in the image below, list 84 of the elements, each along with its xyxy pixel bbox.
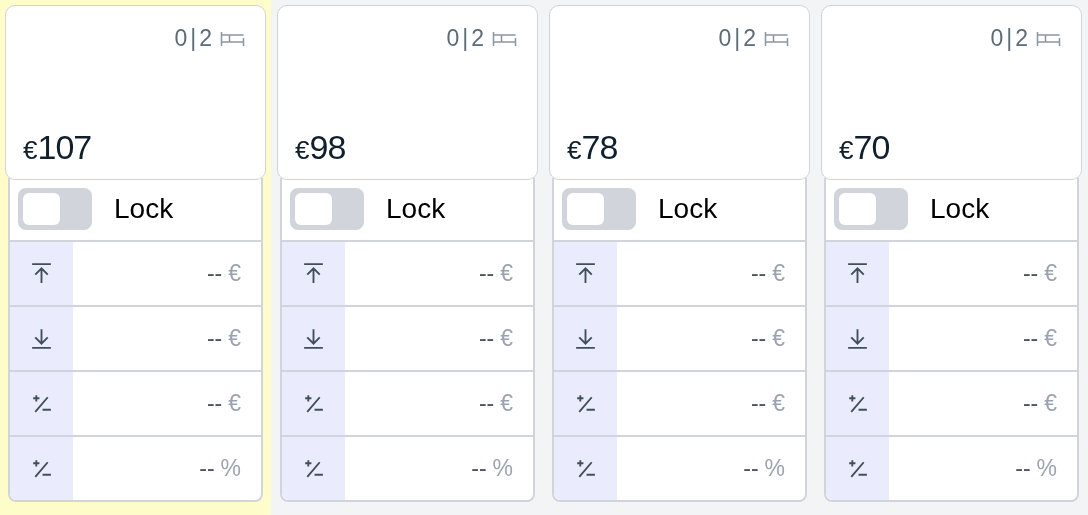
value-field[interactable]: -- % — [73, 437, 261, 500]
lock-label: Lock — [930, 193, 990, 225]
unit-text: € — [500, 260, 513, 287]
bed-count: 0|2 — [990, 25, 1031, 52]
currency-symbol: € — [295, 135, 310, 166]
currency-symbol: € — [23, 135, 38, 166]
value-field[interactable]: -- € — [345, 242, 533, 305]
value-field[interactable]: -- € — [889, 242, 1077, 305]
price-card[interactable]: 0|2 €70 — [821, 5, 1082, 180]
unit-text: % — [220, 455, 241, 482]
value-text: -- — [743, 455, 759, 482]
unit-text: € — [1044, 325, 1057, 352]
bed-icon — [220, 30, 245, 47]
bed-count: 0|2 — [174, 25, 215, 52]
value-text: -- — [206, 390, 223, 417]
unit-text: € — [500, 325, 513, 352]
value-field[interactable]: -- % — [617, 437, 805, 500]
currency-symbol: € — [839, 135, 854, 166]
lock-label: Lock — [386, 193, 446, 225]
value-text: -- — [1022, 260, 1039, 287]
price-value: 70 — [853, 128, 890, 167]
unit-text: % — [1036, 455, 1057, 482]
value-text: -- — [1015, 455, 1031, 482]
unit-text: % — [492, 455, 513, 482]
price-card[interactable]: 0|2 €107 — [5, 5, 266, 180]
value-field[interactable]: -- € — [73, 307, 261, 370]
value-text: -- — [750, 325, 767, 352]
value-field[interactable]: -- € — [617, 307, 805, 370]
value-text: -- — [471, 455, 487, 482]
unit-text: € — [772, 260, 785, 287]
arrow-down-to-line-icon — [845, 326, 870, 351]
lock-label: Lock — [114, 193, 174, 225]
value-field[interactable]: -- € — [73, 372, 261, 435]
value-text: -- — [750, 260, 767, 287]
arrow-up-to-line-icon — [29, 261, 54, 286]
value-field[interactable]: -- € — [345, 307, 533, 370]
arrow-up-to-line-icon — [301, 261, 326, 286]
price-value: 78 — [581, 128, 618, 167]
value-field[interactable]: -- % — [345, 437, 533, 500]
value-text: -- — [750, 390, 767, 417]
lock-toggle[interactable] — [834, 188, 908, 230]
unit-text: € — [772, 325, 785, 352]
arrow-up-to-line-icon — [573, 261, 598, 286]
lock-label: Lock — [658, 193, 718, 225]
value-field[interactable]: -- € — [617, 372, 805, 435]
arrow-down-to-line-icon — [29, 326, 54, 351]
value-text: -- — [478, 390, 495, 417]
value-field[interactable]: -- € — [73, 242, 261, 305]
unit-text: € — [1044, 260, 1057, 287]
lock-toggle[interactable] — [290, 188, 364, 230]
price-value: 98 — [309, 128, 346, 167]
price-card[interactable]: 0|2 €78 — [549, 5, 810, 180]
value-field[interactable]: -- € — [889, 307, 1077, 370]
currency-symbol: € — [567, 135, 582, 166]
arrow-down-to-line-icon — [301, 326, 326, 351]
lock-toggle[interactable] — [18, 188, 92, 230]
value-text: -- — [199, 455, 215, 482]
value-text: -- — [1022, 325, 1039, 352]
value-field[interactable]: -- € — [889, 372, 1077, 435]
value-text: -- — [206, 325, 223, 352]
value-field[interactable]: -- € — [617, 242, 805, 305]
unit-text: € — [228, 260, 241, 287]
unit-text: € — [228, 390, 241, 417]
value-text: -- — [1022, 390, 1039, 417]
bed-icon — [1036, 30, 1061, 47]
unit-text: € — [772, 390, 785, 417]
price-card[interactable]: 0|2 €98 — [277, 5, 538, 180]
arrow-up-to-line-icon — [845, 261, 870, 286]
value-text: -- — [206, 260, 223, 287]
arrow-down-to-line-icon — [573, 326, 598, 351]
lock-toggle[interactable] — [562, 188, 636, 230]
unit-text: % — [764, 455, 785, 482]
bed-count: 0|2 — [718, 25, 759, 52]
unit-text: € — [228, 325, 241, 352]
unit-text: € — [1044, 390, 1057, 417]
value-text: -- — [478, 260, 495, 287]
bed-count: 0|2 — [446, 25, 487, 52]
price-value: 107 — [37, 128, 92, 167]
unit-text: € — [500, 390, 513, 417]
bed-icon — [764, 30, 789, 47]
value-field[interactable]: -- € — [345, 372, 533, 435]
value-field[interactable]: -- % — [889, 437, 1077, 500]
bed-icon — [492, 30, 517, 47]
value-text: -- — [478, 325, 495, 352]
